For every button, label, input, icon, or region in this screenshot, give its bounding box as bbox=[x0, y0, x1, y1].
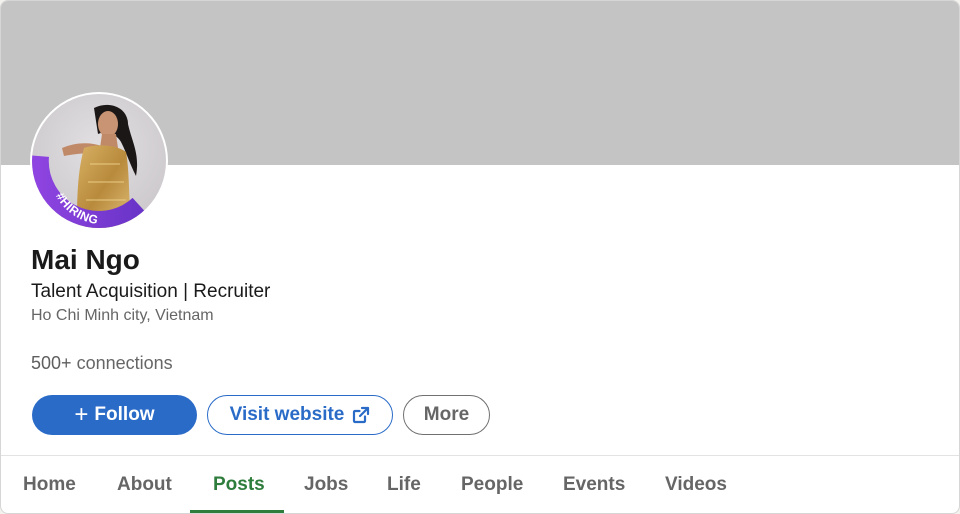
profile-headline: Talent Acquisition | Recruiter bbox=[31, 281, 271, 302]
more-button-label: More bbox=[423, 404, 470, 425]
follow-button[interactable]: + Follow bbox=[32, 395, 197, 435]
profile-location: Ho Chi Minh city, Vietnam bbox=[31, 307, 214, 324]
profile-photo: #HIRING bbox=[32, 94, 166, 228]
follow-button-label: Follow bbox=[94, 404, 155, 425]
plus-icon: + bbox=[74, 401, 89, 428]
tab-jobs[interactable]: Jobs bbox=[304, 456, 348, 513]
more-button[interactable]: More bbox=[403, 395, 490, 435]
profile-card: #HIRING Mai Ngo Talent Acquisition | Rec… bbox=[0, 0, 960, 514]
avatar[interactable]: #HIRING bbox=[30, 92, 168, 230]
visit-website-label: Visit website bbox=[229, 404, 345, 425]
tab-events[interactable]: Events bbox=[563, 456, 625, 513]
tab-home[interactable]: Home bbox=[23, 456, 76, 513]
connections-count: 500+ bbox=[31, 353, 72, 373]
profile-name: Mai Ngo bbox=[31, 244, 140, 275]
tab-people[interactable]: People bbox=[461, 456, 523, 513]
tab-posts[interactable]: Posts bbox=[213, 456, 265, 513]
active-tab-indicator bbox=[190, 510, 284, 513]
visit-website-button[interactable]: Visit website bbox=[207, 395, 393, 435]
profile-photo-image: #HIRING bbox=[32, 94, 166, 228]
connections-link[interactable]: 500+ connections bbox=[31, 352, 173, 374]
tab-videos[interactable]: Videos bbox=[665, 456, 727, 513]
external-link-icon bbox=[353, 406, 370, 424]
tab-about[interactable]: About bbox=[117, 456, 172, 513]
tab-life[interactable]: Life bbox=[387, 456, 421, 513]
connections-label: connections bbox=[76, 353, 173, 373]
